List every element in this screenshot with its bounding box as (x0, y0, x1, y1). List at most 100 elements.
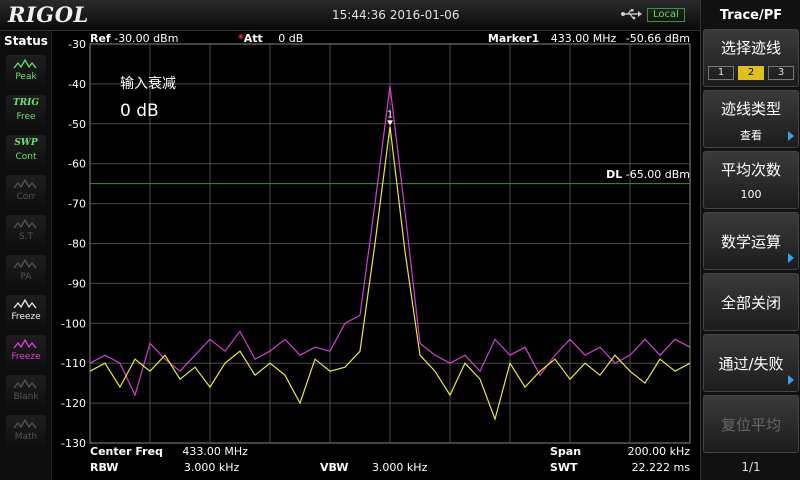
annotation-value: 0 dB (120, 101, 159, 121)
span-label: Span (550, 445, 582, 458)
waveform-icon (13, 178, 37, 189)
status-button-trig[interactable]: TRIG Free (6, 95, 46, 129)
waveform-icon (13, 218, 37, 229)
waveform-icon (13, 338, 37, 349)
status-button-label: S.T (18, 232, 34, 242)
waveform-icon (13, 258, 37, 269)
softkey-menu: Trace/PF 选择迹线 1 2 3 迹线类型 查看 平均次数 100 数学运算 全部关闭 通过/… (700, 0, 800, 480)
menu-item-value: 100 (740, 188, 762, 201)
waveform-icon (13, 298, 37, 309)
ref-level[interactable]: Ref -30.00 dBm (90, 32, 178, 45)
y-tick-label: -30 (68, 38, 86, 51)
status-button-st[interactable]: S.T (6, 215, 46, 249)
rbw-value: 3.000 kHz (183, 461, 240, 474)
rigol-logo: RIGOL (8, 2, 89, 27)
status-button-freeze2[interactable]: Freeze (6, 335, 46, 369)
dl-value: -65.00 dBm (625, 168, 690, 181)
submenu-arrow-icon (788, 253, 794, 263)
y-tick-label: -60 (68, 158, 86, 171)
menu-avg-count-button[interactable]: 平均次数 100 (703, 151, 799, 209)
menu-item-label: 平均次数 (720, 161, 781, 179)
rbw[interactable]: RBW 3.000 kHz (90, 461, 239, 474)
submenu-arrow-icon (788, 375, 794, 385)
menu-pass-fail-button[interactable]: 通过/失败 (703, 334, 799, 392)
spectrum-plot: -30 -40 -50 -60 -70 -80 -90 -100 -110 -120 -130 1 R… (52, 31, 700, 480)
menu-page-indicator: 1/1 (741, 460, 761, 474)
status-button-label: Freeze (11, 352, 41, 362)
waveform-icon (13, 418, 37, 429)
menu-item-value: 查看 (740, 129, 762, 142)
vbw[interactable]: VBW 3.000 kHz (320, 461, 427, 474)
usb-icon (621, 9, 642, 20)
status-button-peak[interactable]: Peak (6, 55, 46, 89)
menu-math-op-button[interactable]: 数学运算 (703, 212, 799, 270)
trace-select-3[interactable]: 3 (768, 66, 794, 80)
dl-label: DL (606, 168, 623, 181)
status-button-label: Peak (15, 72, 37, 82)
ref-label: Ref (90, 32, 111, 45)
y-tick-label: -40 (68, 78, 86, 91)
status-button-freeze1[interactable]: Freeze (6, 295, 46, 329)
y-tick-label: -120 (61, 397, 86, 410)
att-value: 0 dB (278, 32, 304, 45)
marker-1-label: 1 (387, 109, 393, 120)
menu-item-label: 全部关闭 (720, 294, 781, 312)
menu-item-label: 选择迹线 (720, 39, 781, 57)
y-tick-label: -80 (68, 238, 86, 251)
center-value: 433.00 MHz (182, 445, 248, 458)
att-label: Att (243, 32, 263, 45)
swt-value: 22.222 ms (631, 461, 690, 474)
status-button-tag: SWP (14, 138, 38, 148)
spectrum-chart: -30 -40 -50 -60 -70 -80 -90 -100 -110 -120 -130 1 (61, 38, 691, 450)
status-button-label: Corr (16, 192, 36, 202)
y-tick-label: -50 (68, 118, 86, 131)
trace-select-1[interactable]: 1 (708, 66, 734, 80)
waveform-icon (13, 378, 37, 389)
marker-label: Marker1 (487, 32, 540, 45)
annotation-title: 输入衰减 (120, 76, 176, 92)
top-bar: RIGOL 15:44:36 2016-01-06 Local (0, 0, 700, 31)
status-title: Status (4, 34, 48, 48)
y-tick-label: -110 (61, 357, 86, 370)
status-button-swp[interactable]: SWP Cont (6, 135, 46, 169)
status-button-tag: TRIG (12, 98, 40, 108)
center-label: Center Freq (90, 445, 163, 458)
status-button-label: Math (14, 432, 38, 442)
submenu-arrow-icon (788, 131, 794, 141)
status-button-corr[interactable]: Corr (6, 175, 46, 209)
span-value: 200.00 kHz (627, 445, 690, 458)
status-button-blank[interactable]: Blank (6, 375, 46, 409)
span[interactable]: Span (550, 445, 581, 458)
marker-freq: 433.00 MHz (550, 32, 617, 45)
marker-amp: -50.66 dBm (625, 32, 690, 45)
local-badge[interactable]: Local (647, 8, 685, 22)
status-button-label: Cont (15, 152, 37, 162)
status-button-label: Blank (13, 392, 39, 402)
status-button-label: PA (20, 272, 32, 282)
waveform-icon (13, 58, 37, 69)
center-freq[interactable]: Center Freq 433.00 MHz (90, 445, 248, 458)
trace-select-2[interactable]: 2 (738, 66, 764, 80)
attenuation[interactable]: *Att 0 dB (238, 32, 303, 45)
display-line-readout: DL -65.00 dBm (606, 168, 690, 181)
menu-all-off-button[interactable]: 全部关闭 (703, 273, 799, 331)
status-button-label: Freeze (11, 312, 41, 322)
y-tick-label: -130 (61, 437, 86, 450)
status-button-label: Free (16, 112, 36, 122)
menu-trace-type-button[interactable]: 迹线类型 查看 (703, 90, 799, 148)
status-button-pa[interactable]: PA (6, 255, 46, 289)
status-panel: Status Peak TRIG Free SWP Cont Corr S.T PA Freez… (0, 31, 52, 480)
y-tick-label: -100 (61, 317, 86, 330)
ref-value: -30.00 dBm (114, 32, 179, 45)
menu-item-label: 数学运算 (720, 233, 781, 251)
menu-item-label: 复位平均 (720, 416, 781, 434)
swt-label: SWT (550, 461, 578, 474)
menu-item-label: 迹线类型 (720, 100, 781, 118)
menu-reset-avg-button[interactable]: 复位平均 (703, 395, 799, 453)
marker-readout: Marker1 433.00 MHz -50.66 dBm (488, 32, 690, 45)
menu-select-trace-button[interactable]: 选择迹线 1 2 3 (703, 29, 799, 87)
vbw-value: 3.000 kHz (371, 461, 428, 474)
rbw-label: RBW (90, 461, 119, 474)
swt[interactable]: SWT (550, 461, 578, 474)
status-button-math[interactable]: Math (6, 415, 46, 449)
